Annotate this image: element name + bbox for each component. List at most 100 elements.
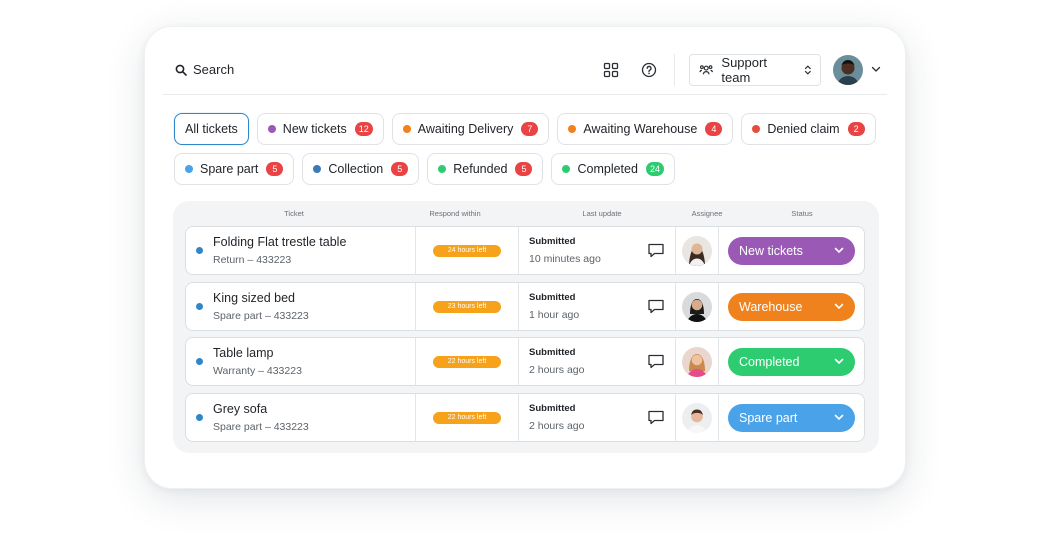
apps-grid-button[interactable] bbox=[596, 55, 626, 85]
filter-chip-new-tickets[interactable]: New tickets 12 bbox=[256, 113, 384, 145]
comment-icon[interactable] bbox=[647, 353, 665, 370]
table-row[interactable]: Folding Flat trestle table Return – 43322… bbox=[185, 226, 865, 275]
filter-chip-refunded[interactable]: Refunded 5 bbox=[427, 153, 544, 185]
count-badge: 2 bbox=[847, 122, 865, 136]
team-selector[interactable]: Support team bbox=[689, 53, 821, 86]
ticket-title[interactable]: King sized bed bbox=[213, 291, 309, 305]
search-button[interactable]: Search bbox=[175, 62, 234, 77]
count-badge: 5 bbox=[266, 162, 284, 176]
search-icon bbox=[175, 64, 187, 76]
filter-bar: All tickets New tickets 12 Awaiting Deliver… bbox=[174, 113, 876, 193]
help-button[interactable] bbox=[634, 55, 664, 85]
ticket-title[interactable]: Grey sofa bbox=[213, 402, 309, 416]
count-badge: 5 bbox=[515, 162, 533, 176]
filter-row: All tickets New tickets 12 Awaiting Deliver… bbox=[174, 113, 876, 145]
status-label: Completed bbox=[739, 354, 800, 369]
status-dot bbox=[313, 165, 322, 173]
top-bar: Search Support team bbox=[163, 45, 887, 95]
column-header-last-update: Last update bbox=[582, 209, 622, 218]
time-left-badge: 22 hours left bbox=[433, 355, 501, 368]
status-dropdown[interactable]: New tickets bbox=[728, 236, 855, 265]
filter-label: Awaiting Warehouse bbox=[583, 122, 698, 136]
tickets-table: Ticket Respond within Last update Assign… bbox=[173, 201, 879, 453]
count-badge: 7 bbox=[521, 122, 539, 136]
table-row[interactable]: Table lamp Warranty – 433223 22 hours left… bbox=[185, 337, 865, 386]
table-row[interactable]: Grey sofa Spare part – 433223 22 hours lef… bbox=[185, 393, 865, 442]
ticket-subtitle: Return – 433223 bbox=[213, 254, 292, 266]
time-left-badge: 23 hours left bbox=[433, 300, 501, 313]
search-label: Search bbox=[193, 62, 235, 77]
assignee-avatar[interactable] bbox=[682, 235, 712, 266]
team-icon bbox=[699, 64, 714, 74]
assignee-cell bbox=[676, 283, 719, 330]
comment-icon[interactable] bbox=[647, 242, 665, 259]
status-cell: Spare part bbox=[719, 394, 864, 441]
status-label: New tickets bbox=[739, 243, 803, 258]
status-dot bbox=[438, 165, 447, 173]
status-dot bbox=[568, 125, 577, 133]
ticket-title[interactable]: Table lamp bbox=[213, 346, 302, 360]
filter-chip-spare-part[interactable]: Spare part 5 bbox=[174, 153, 295, 185]
last-update-cell: Submitted 1 hour ago bbox=[519, 283, 676, 330]
ticket-dashboard-card: Search Support team All tickets New ticke… bbox=[144, 26, 906, 489]
time-left-badge: 22 hours left bbox=[433, 411, 501, 424]
assignee-cell bbox=[676, 227, 719, 274]
filter-chip-awaiting-warehouse[interactable]: Awaiting Warehouse 4 bbox=[557, 113, 734, 145]
filter-label: Collection bbox=[328, 162, 384, 176]
assignee-avatar[interactable] bbox=[682, 291, 712, 322]
status-dropdown[interactable]: Warehouse bbox=[728, 292, 855, 321]
assignee-cell bbox=[676, 394, 719, 441]
assignee-avatar[interactable] bbox=[682, 346, 712, 377]
last-update-cell: Submitted 2 hours ago bbox=[519, 394, 676, 441]
filter-chip-denied-claim[interactable]: Denied claim 2 bbox=[741, 113, 876, 145]
column-header-assignee: Assignee bbox=[691, 209, 723, 218]
comment-icon[interactable] bbox=[647, 298, 665, 315]
filter-label: All tickets bbox=[185, 122, 238, 136]
assignee-avatar[interactable] bbox=[682, 402, 712, 433]
unread-dot bbox=[196, 414, 203, 421]
filter-label: Refunded bbox=[453, 162, 508, 176]
status-cell: New tickets bbox=[719, 227, 864, 274]
user-avatar[interactable] bbox=[833, 54, 863, 85]
count-badge: 5 bbox=[391, 162, 409, 176]
filter-chip-completed[interactable]: Completed 24 bbox=[551, 153, 675, 185]
chevron-down-icon[interactable] bbox=[871, 66, 881, 73]
respond-cell: 23 hours left bbox=[416, 283, 519, 330]
status-dropdown[interactable]: Completed bbox=[728, 347, 855, 376]
ticket-cell: Table lamp Warranty – 433223 bbox=[186, 338, 416, 385]
status-dot bbox=[562, 165, 571, 173]
table-header: Ticket Respond within Last update Assign… bbox=[173, 209, 879, 221]
ticket-subtitle: Spare part – 433223 bbox=[213, 421, 309, 433]
filter-chip-all-tickets[interactable]: All tickets bbox=[174, 113, 249, 145]
status-dropdown[interactable]: Spare part bbox=[728, 403, 855, 432]
respond-cell: 22 hours left bbox=[416, 338, 519, 385]
comment-icon[interactable] bbox=[647, 409, 665, 426]
time-left-badge: 24 hours left bbox=[433, 244, 501, 257]
status-cell: Warehouse bbox=[719, 283, 864, 330]
status-dot bbox=[185, 165, 193, 173]
unread-dot bbox=[196, 358, 203, 365]
ticket-title[interactable]: Folding Flat trestle table bbox=[213, 235, 346, 249]
filter-row: Spare part 5 Collection 5 Refunded 5 Completed… bbox=[174, 153, 874, 185]
grid-icon bbox=[603, 62, 619, 77]
count-badge: 12 bbox=[354, 122, 373, 136]
ticket-cell: King sized bed Spare part – 433223 bbox=[186, 283, 416, 330]
filter-chip-collection[interactable]: Collection 5 bbox=[302, 153, 420, 185]
count-badge: 24 bbox=[645, 162, 664, 176]
unread-dot bbox=[196, 303, 203, 310]
header-divider bbox=[674, 53, 675, 86]
status-cell: Completed bbox=[719, 338, 864, 385]
ticket-subtitle: Spare part – 433223 bbox=[213, 310, 309, 322]
respond-cell: 24 hours left bbox=[416, 227, 519, 274]
filter-label: Awaiting Delivery bbox=[417, 122, 514, 136]
table-row[interactable]: King sized bed Spare part – 433223 23 hour… bbox=[185, 282, 865, 331]
status-dot bbox=[267, 125, 276, 133]
status-dot bbox=[402, 125, 411, 133]
chevron-down-icon bbox=[834, 247, 844, 254]
updown-chevron-icon bbox=[805, 64, 812, 75]
ticket-subtitle: Warranty – 433223 bbox=[213, 365, 302, 377]
filter-chip-awaiting-delivery[interactable]: Awaiting Delivery 7 bbox=[391, 113, 550, 145]
filter-label: Completed bbox=[577, 162, 638, 176]
help-icon bbox=[641, 62, 657, 77]
filter-label: Spare part bbox=[200, 162, 259, 176]
